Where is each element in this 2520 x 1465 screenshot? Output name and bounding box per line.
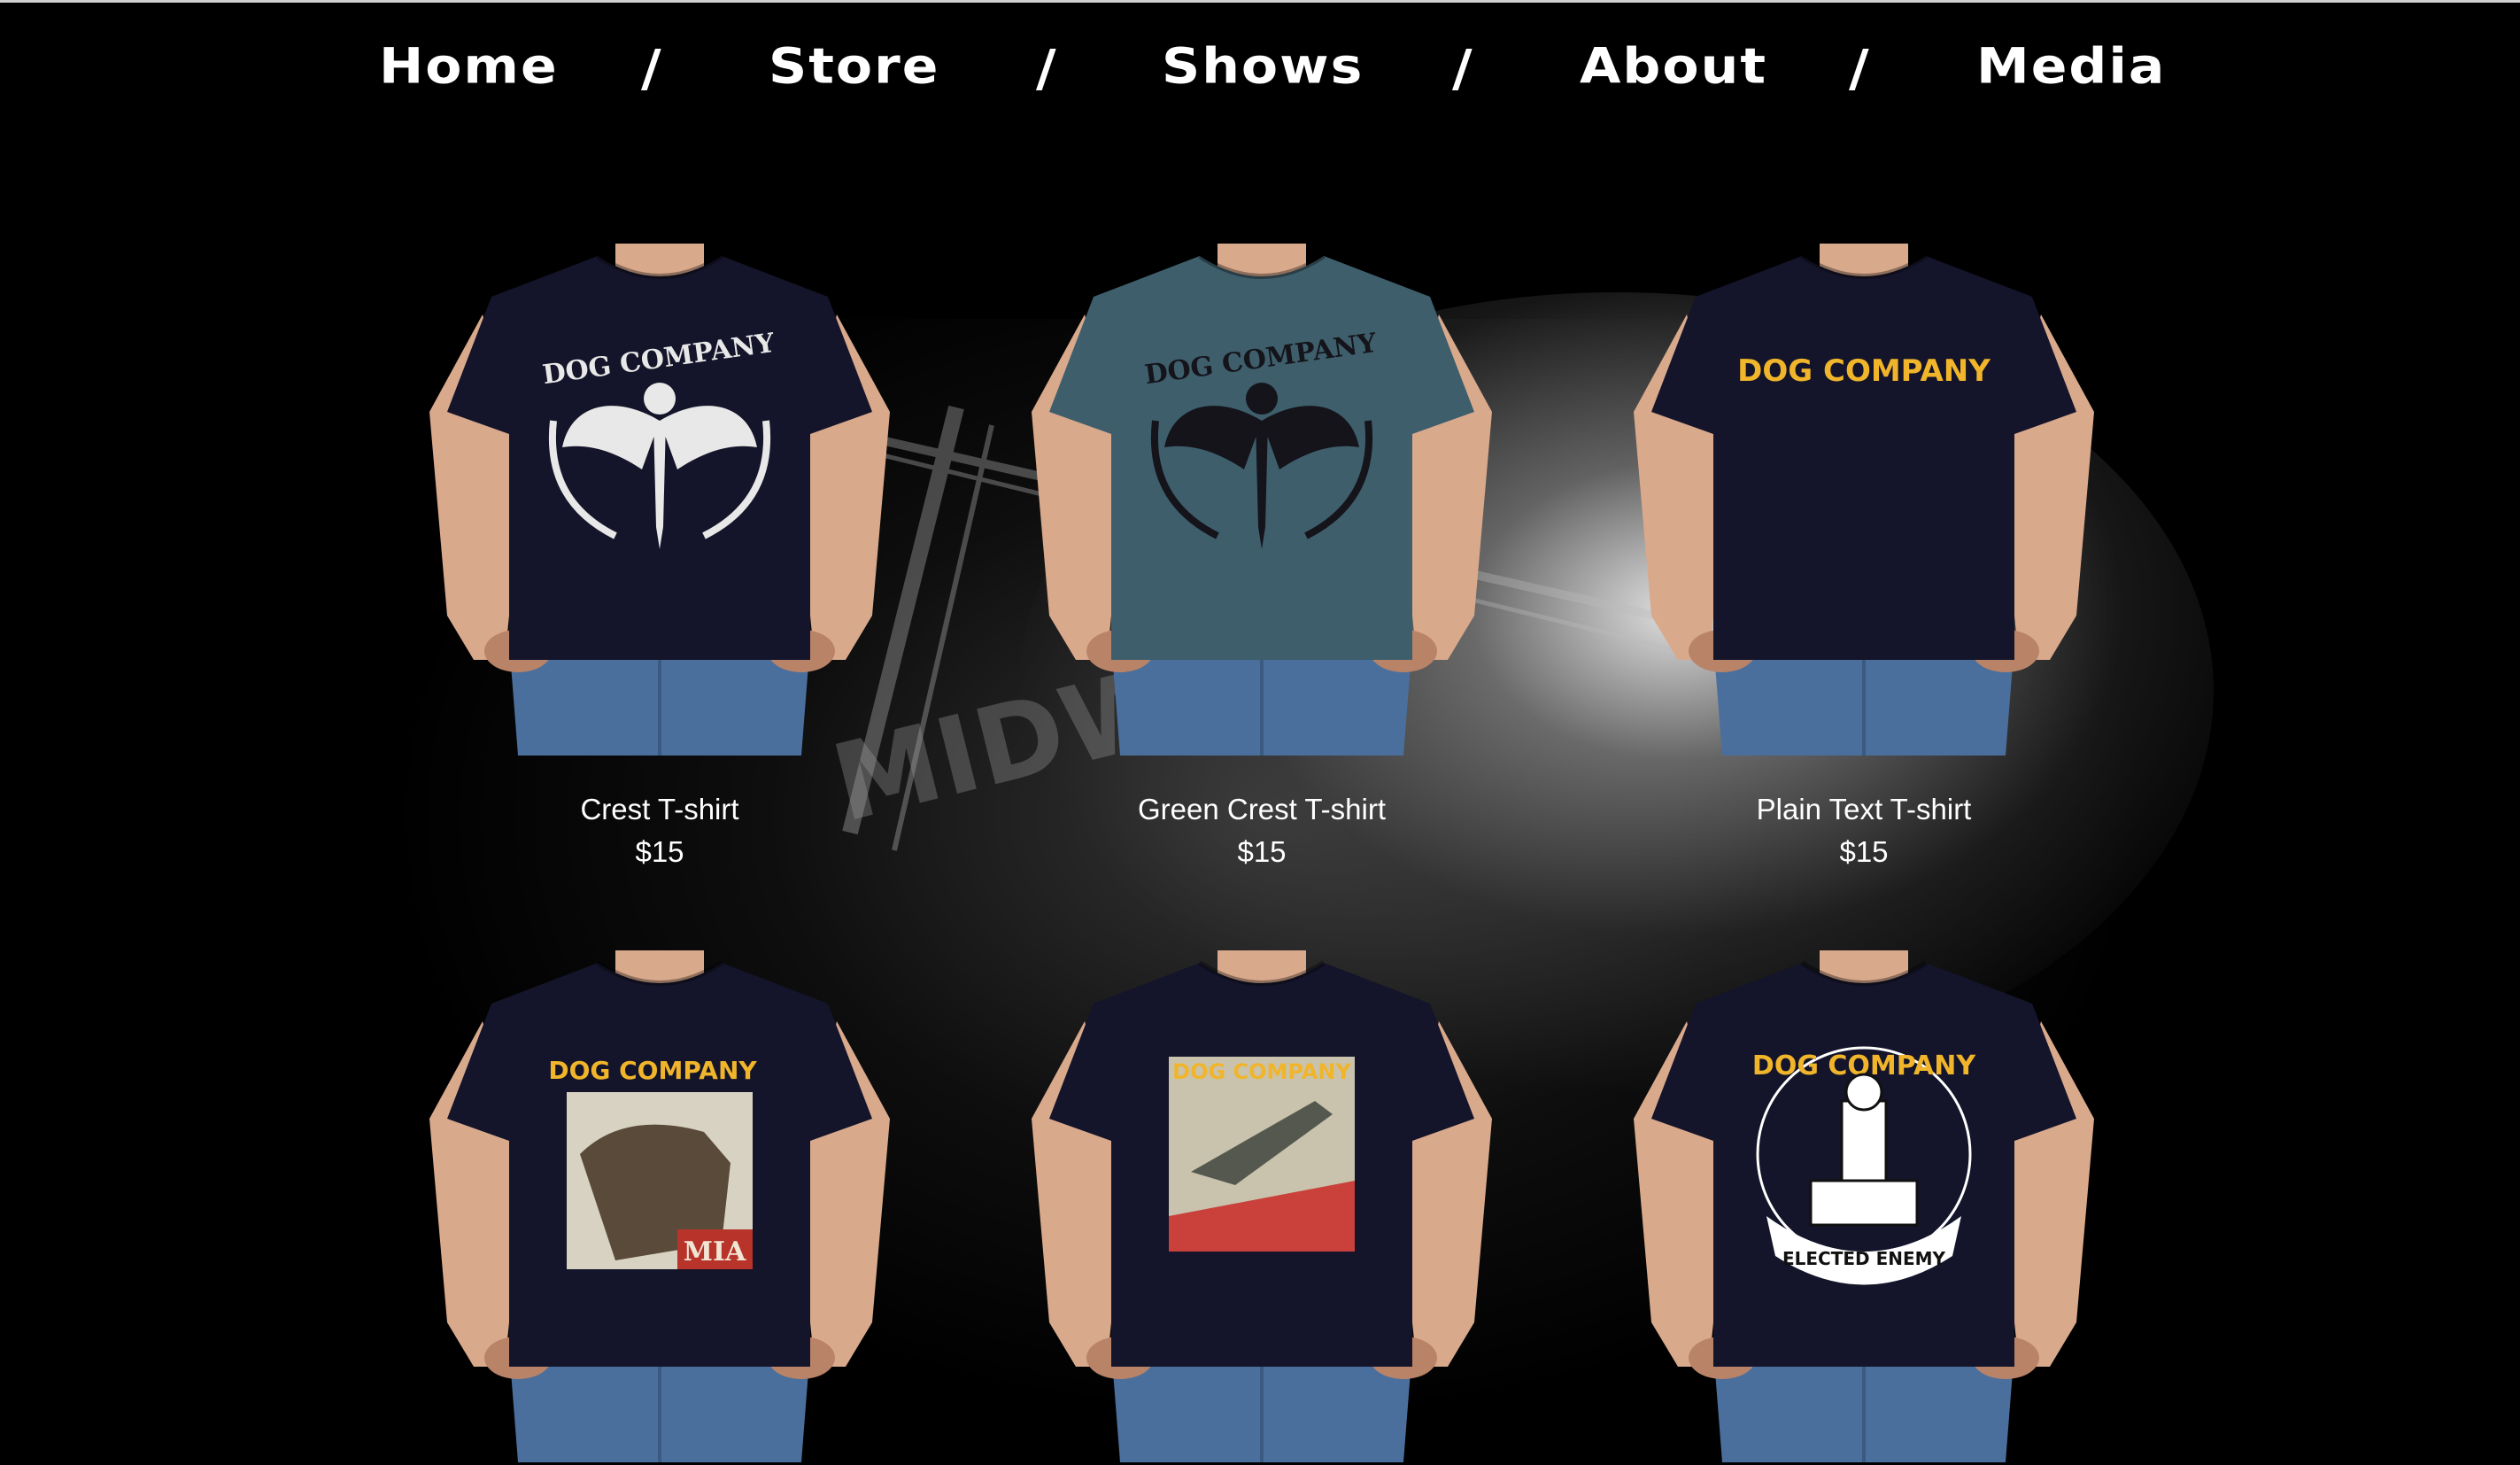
crest-parachute (1246, 383, 1278, 415)
product-image[interactable]: DOG COMPANY (1014, 244, 1510, 756)
nav-separator: / (1036, 37, 1058, 98)
nav-media[interactable]: Media (1976, 38, 2166, 95)
badge-banner-text: ELECTED ENEMY (1782, 1248, 1946, 1269)
design-text: DOG COMPANY (1172, 1059, 1351, 1084)
badge-podium (1809, 1179, 1919, 1227)
product-name[interactable]: Green Crest T-shirt (1014, 793, 1510, 826)
nav-home[interactable]: Home (379, 38, 559, 95)
nav-separator: / (1452, 37, 1474, 98)
nav-separator: / (641, 37, 663, 98)
main-nav: Home / Store / Shows / About / Media (0, 27, 2520, 106)
nav-shows[interactable]: Shows (1162, 38, 1364, 95)
product-price: $15 (1237, 835, 1287, 868)
product-name[interactable]: Plain Text T-shirt (1616, 793, 2112, 826)
nav-store[interactable]: Store (769, 38, 939, 95)
product-price: $15 (635, 835, 684, 868)
product-price: $15 (1839, 835, 1889, 868)
design-text: DOG COMPANY (1737, 353, 1990, 389)
product-image[interactable]: DOG COMPANY (1616, 244, 2112, 756)
nav-about[interactable]: About (1580, 38, 1767, 95)
tshirt-body (1651, 256, 2076, 660)
product-image[interactable]: DOG COMPANY (1014, 950, 1510, 1462)
badge-figure-head (1844, 1073, 1883, 1112)
design-text: DOG COMPANY (548, 1056, 757, 1085)
product-image[interactable]: DOG COMPANY (412, 244, 908, 756)
store-page: MIDWEST Home / Store / Shows / About / M… (0, 0, 2520, 1465)
product-image[interactable]: DOG COMPANY MIA (412, 950, 908, 1462)
product-image[interactable]: DOG COMPANYELECTED ENEMY (1616, 950, 2112, 1462)
nav-separator: / (1849, 37, 1871, 98)
crest-parachute (644, 383, 676, 415)
product-name[interactable]: Crest T-shirt (412, 793, 908, 826)
mia-stamp-text: MIA (684, 1236, 746, 1267)
top-border (0, 0, 2520, 3)
